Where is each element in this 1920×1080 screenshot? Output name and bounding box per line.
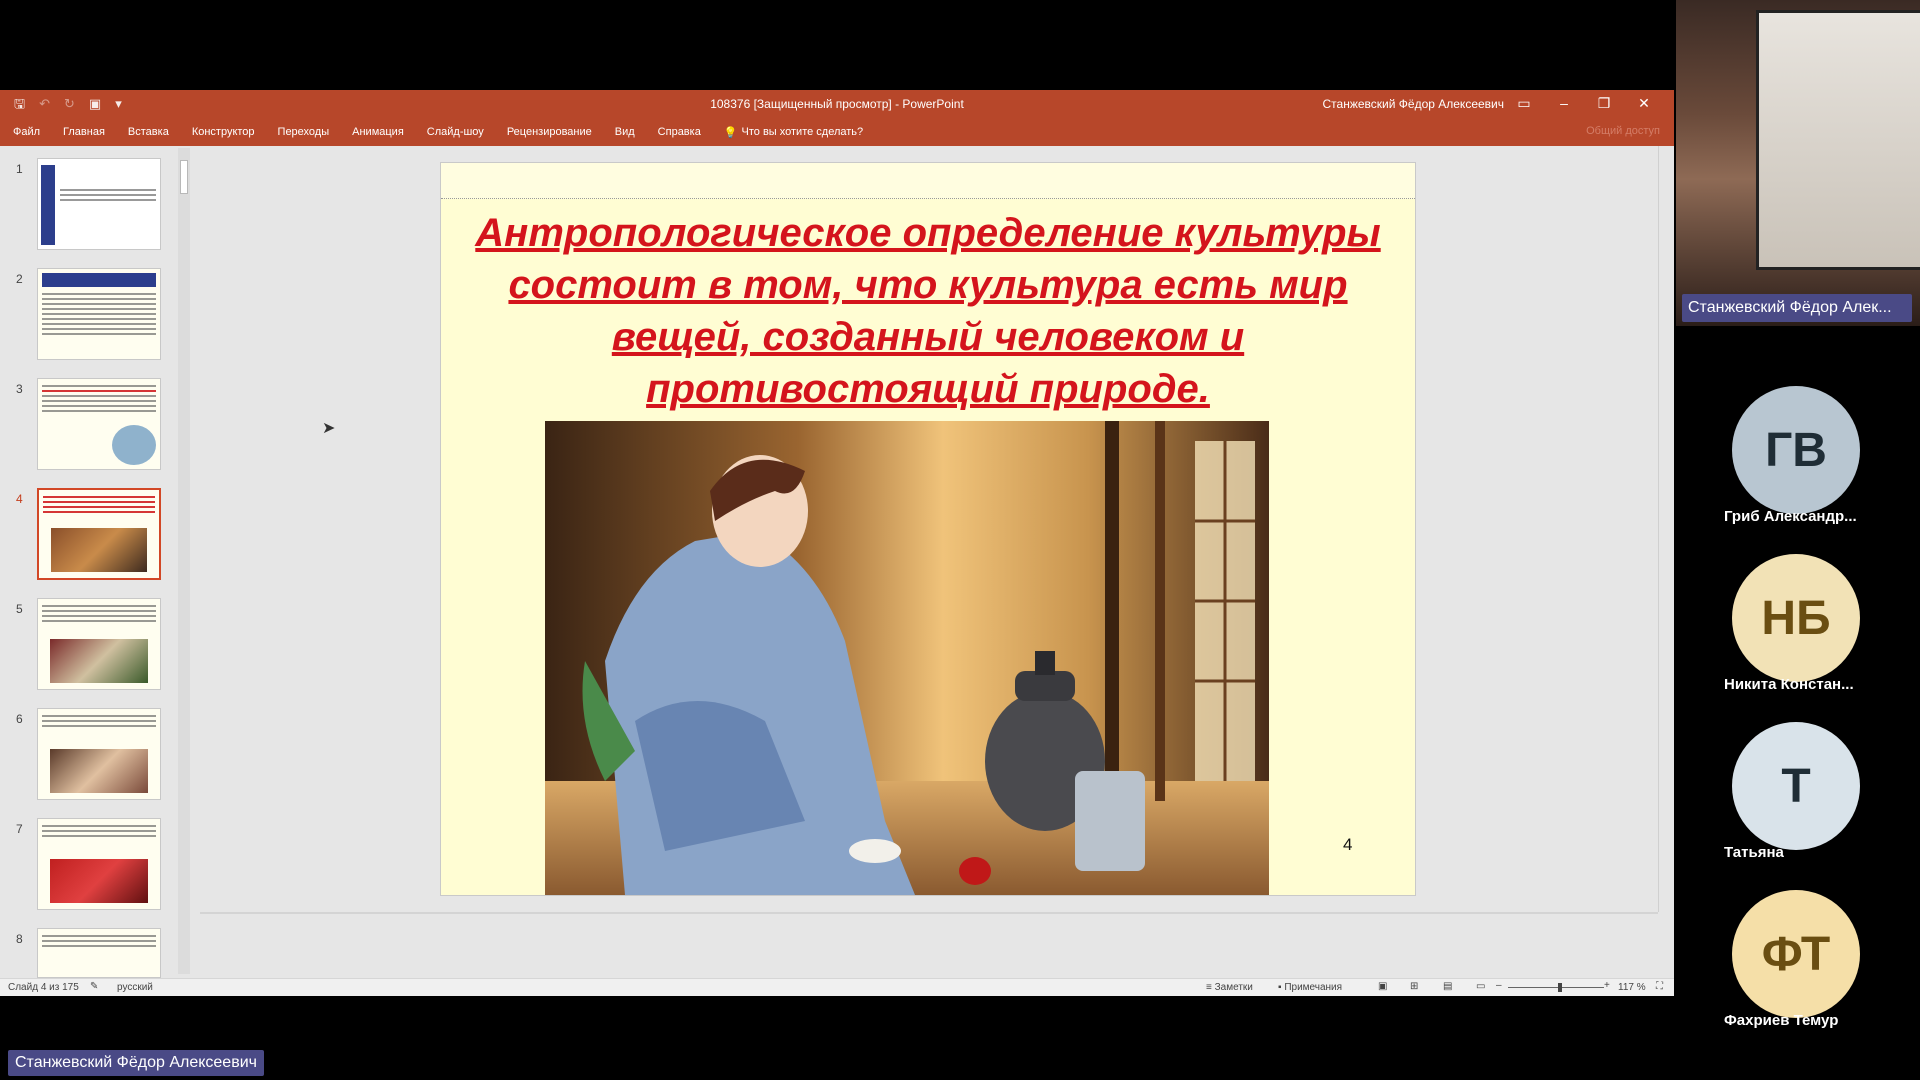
thumbnail-number: 4 [16,492,23,506]
participant-tile[interactable]: Т Татьяна [1724,722,1904,862]
participant-tile[interactable]: НБ Никита Констан... [1724,554,1904,694]
slide-editor: Антропологическое определение культуры с… [200,146,1658,912]
avatar: ГВ [1732,386,1860,514]
participant-tile[interactable]: ФТ Фахриев Темур [1724,890,1904,1030]
thumbnail-number: 6 [16,712,23,726]
tell-me-label: Что вы хотите сделать? [741,126,864,138]
slide-photo[interactable] [545,421,1269,895]
tab-file[interactable]: Файл [13,126,40,138]
spellcheck-icon[interactable]: ✎ [90,981,98,992]
ribbon-display-icon[interactable]: ▭ [1504,93,1544,113]
slide-title[interactable]: Антропологическое определение культуры с… [461,207,1395,415]
zoom-slider[interactable] [1508,987,1604,988]
slide-scrollbar[interactable] [1658,146,1672,912]
thumbnail-number: 1 [16,162,23,176]
thumbnail-number: 5 [16,602,23,616]
thumbnail-preview[interactable] [37,708,161,800]
normal-view-icon[interactable]: ▣ [1378,981,1387,992]
reading-view-icon[interactable]: ▤ [1443,981,1452,992]
tab-insert[interactable]: Вставка [128,126,169,138]
slide-thumbnails-pane: 1 2 3 4 5 6 7 8 [0,146,192,978]
thumbnail-slide-1[interactable]: 1 [0,156,180,252]
tab-design[interactable]: Конструктор [192,126,255,138]
participant-name: Фахриев Темур [1724,1012,1839,1029]
close-icon[interactable]: ✕ [1624,93,1664,113]
mouse-cursor-icon: ➤ [322,420,336,437]
zoom-slider-handle[interactable] [1558,983,1562,992]
title-bar: 🖫 ↶ ↻ ▣ ▾ 108376 [Защищенный просмотр] -… [0,90,1674,118]
current-slide[interactable]: Антропологическое определение культуры с… [440,162,1416,896]
participant-tile[interactable]: ГВ Гриб Александр... [1724,386,1904,526]
fit-slide-icon[interactable]: ⛶ [1656,981,1663,992]
tab-view[interactable]: Вид [615,126,635,138]
ribbon-tabs: Файл Главная Вставка Конструктор Переход… [0,118,1674,146]
presenter-name-label: Станжевский Фёдор Алексеевич [8,1050,264,1076]
tell-me-box[interactable]: 💡 Что вы хотите сделать? [724,126,863,139]
minimize-icon[interactable]: – [1544,93,1584,113]
slide-sorter-icon[interactable]: ⊞ [1410,981,1418,992]
thumbnail-number: 7 [16,822,23,836]
comments-button[interactable]: ▪ Примечания [1278,982,1342,993]
thumbnail-slide-3[interactable]: 3 [0,376,180,472]
thumbnail-slide-7[interactable]: 7 [0,816,180,912]
restore-icon[interactable]: ❐ [1584,93,1624,113]
thumbnail-slide-6[interactable]: 6 [0,706,180,802]
zoom-in-icon[interactable]: + [1604,980,1610,991]
thumbnail-preview[interactable] [37,488,161,580]
slide-header-placeholder[interactable] [441,163,1415,199]
tea-ceremony-photo [545,421,1269,895]
thumbnail-preview[interactable] [37,928,161,978]
tab-transitions[interactable]: Переходы [278,126,330,138]
slideshow-view-icon[interactable]: ▭ [1476,981,1485,992]
thumbnail-preview[interactable] [37,158,161,250]
thumbnail-preview[interactable] [37,818,161,910]
avatar: НБ [1732,554,1860,682]
screen: 🖫 ↶ ↻ ▣ ▾ 108376 [Защищенный просмотр] -… [0,0,1920,1080]
tab-help[interactable]: Справка [658,126,701,138]
slide-counter: Слайд 4 из 175 [8,982,79,993]
notes-button[interactable]: ≡ Заметки [1206,982,1253,993]
lightbulb-icon: 💡 [723,126,738,139]
tab-review[interactable]: Рецензирование [507,126,592,138]
zoom-level[interactable]: 117 % [1618,982,1646,993]
thumbnail-number: 2 [16,272,23,286]
thumbnail-number: 3 [16,382,23,396]
zoom-out-icon[interactable]: – [1496,980,1502,991]
language-indicator[interactable]: русский [117,982,153,993]
background-screen [1756,10,1920,270]
comments-label: Примечания [1284,982,1343,993]
thumbnail-preview[interactable] [37,598,161,690]
participant-name: Гриб Александр... [1724,508,1857,525]
horizontal-divider [200,912,1658,914]
tab-animations[interactable]: Анимация [352,126,404,138]
avatar: ФТ [1732,890,1860,1018]
slide-number: 4 [1343,835,1353,854]
powerpoint-window: 🖫 ↶ ↻ ▣ ▾ 108376 [Защищенный просмотр] -… [0,90,1674,996]
speaker-video [1676,0,1920,326]
thumbnail-slide-2[interactable]: 2 [0,266,180,362]
participant-name: Никита Констан... [1724,676,1854,693]
avatar: Т [1732,722,1860,850]
thumbnail-slide-5[interactable]: 5 [0,596,180,692]
thumbnail-slide-4[interactable]: 4 [0,486,180,582]
share-button[interactable]: Общий доступ [1586,125,1660,137]
thumbnail-preview[interactable] [37,378,161,470]
participant-name: Татьяна [1724,844,1784,861]
thumbnails-scrollbar[interactable] [178,148,190,974]
tab-home[interactable]: Главная [63,126,105,138]
thumbnail-number: 8 [16,932,23,946]
tab-slideshow[interactable]: Слайд-шоу [427,126,484,138]
thumbnail-preview[interactable] [37,268,161,360]
speaker-name-label: Станжевский Фёдор Алек... [1682,294,1912,322]
account-name[interactable]: Станжевский Фёдор Алексеевич [1323,97,1504,111]
status-bar: Слайд 4 из 175 ✎ русский ≡ Заметки ▪ При… [0,978,1674,996]
notes-label: Заметки [1214,982,1253,993]
window-controls: ▭ – ❐ ✕ [1504,93,1664,113]
scrollbar-thumb[interactable] [180,160,188,194]
